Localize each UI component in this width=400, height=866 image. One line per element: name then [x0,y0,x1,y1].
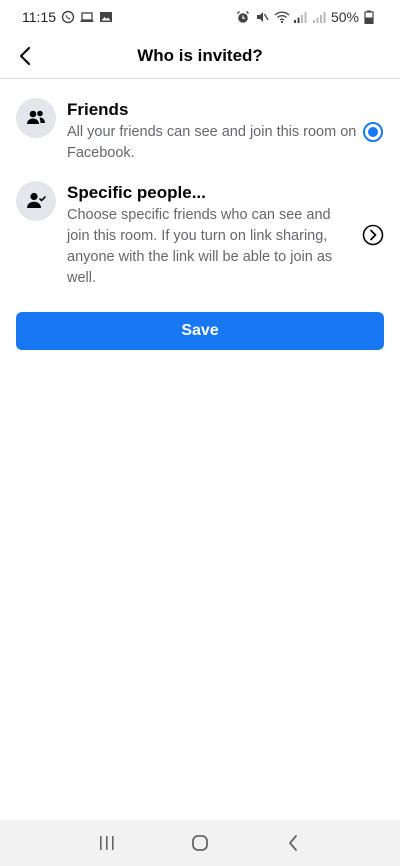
status-right: 50% [236,9,378,25]
option-friends-text: Friends All your friends can see and joi… [67,100,357,164]
alarm-icon [236,10,250,24]
header: Who is invited? [0,34,400,79]
battery-icon [364,10,378,25]
wifi-icon [274,10,290,24]
gallery-icon [99,10,113,24]
radio-selected-icon [363,122,383,142]
status-bar: 11:15 50% [0,0,400,34]
whatsapp-icon [61,10,75,24]
navigation-bar [0,820,400,866]
back-button[interactable] [10,40,40,72]
back-chevron-icon [289,835,298,851]
status-left: 11:15 [22,9,113,25]
home-button[interactable] [180,823,220,863]
specific-people-chevron[interactable] [362,224,384,246]
recent-apps-button[interactable] [87,823,127,863]
back-arrow-icon [19,46,31,66]
friends-radio[interactable] [362,121,384,143]
option-friends-title: Friends [67,100,129,119]
signal-icon-2 [312,10,326,24]
friends-icon [16,98,56,138]
status-time: 11:15 [22,9,56,25]
system-back-button[interactable] [273,823,313,863]
specific-person-icon [16,181,56,221]
battery-percentage: 50% [330,9,359,25]
option-friends-description: All your friends can see and join this r… [67,124,357,161]
option-specific-people-title: Specific people... [67,183,206,202]
chevron-right-icon [362,224,384,246]
recent-apps-icon [99,836,114,850]
laptop-icon [80,10,94,24]
page-title: Who is invited? [137,46,263,65]
save-button[interactable]: Save [16,312,384,350]
option-specific-people[interactable]: Specific people... Choose specific frien… [0,181,400,291]
home-icon [192,835,208,851]
mute-icon [255,10,269,24]
option-specific-people-description: Choose specific friends who can see and … [67,207,333,286]
option-specific-people-text: Specific people... Choose specific frien… [67,183,357,289]
signal-icon [293,10,307,24]
option-friends[interactable]: Friends All your friends can see and joi… [0,98,400,168]
